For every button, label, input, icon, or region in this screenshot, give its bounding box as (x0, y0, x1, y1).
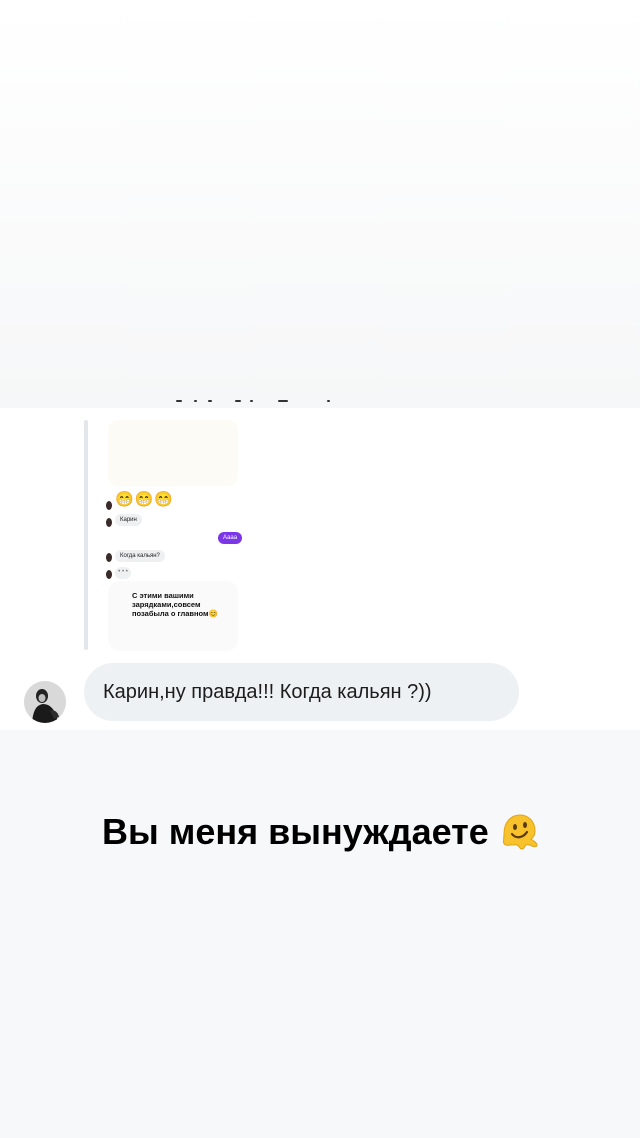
mini-avatar (106, 518, 112, 527)
incoming-message: Карин (115, 514, 142, 526)
quoted-chat-screenshot: 😁😁😁 Карин Аааа Когда кальян? • • • С эти… (100, 420, 243, 652)
story-top-background (0, 0, 640, 408)
avatar-photo-icon (24, 681, 66, 723)
story-reply-text: С этими вашими зарядками,совсем позабыла… (132, 591, 218, 618)
mini-avatar (106, 501, 112, 510)
story-caption: Вы меня вынуждаете (102, 811, 489, 852)
story-bottom-background (0, 730, 640, 1138)
reply-message-bubble[interactable]: Карин,ну правда!!! Когда кальян ?)) (84, 663, 519, 721)
melting-face-icon (498, 810, 540, 852)
quote-bar (84, 420, 88, 650)
incoming-message: Когда кальян? (115, 550, 165, 562)
typing-indicator: • • • (115, 567, 131, 579)
mini-avatar (106, 570, 112, 579)
cropped-text-fragment (172, 398, 332, 410)
media-placeholder (108, 420, 238, 486)
user-avatar[interactable] (24, 681, 66, 723)
story-reply-card: С этими вашими зарядками,совсем позабыла… (108, 581, 238, 651)
outgoing-message: Аааа (218, 532, 243, 544)
emoji-message: 😁😁😁 (115, 491, 175, 508)
mini-avatar (106, 553, 112, 562)
